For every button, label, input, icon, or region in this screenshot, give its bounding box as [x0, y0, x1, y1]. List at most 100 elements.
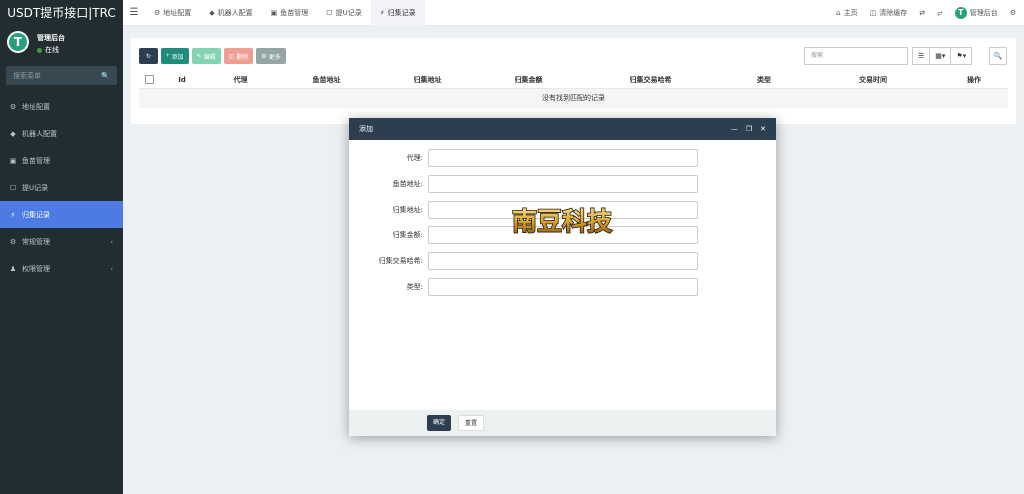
tab-withdraw-records[interactable]: ☐ 提U记录: [317, 0, 370, 26]
online-dot-icon: [37, 47, 42, 53]
chevron-left-icon: ‹: [110, 264, 113, 273]
sidebar-item-robot-config[interactable]: ◆ 机器人配置: [0, 120, 123, 147]
lock-icon: ▣: [270, 8, 278, 17]
add-button[interactable]: + 添加: [161, 48, 189, 64]
bookmark-icon: ☐: [9, 183, 17, 192]
search-button[interactable]: 🔍: [989, 47, 1007, 65]
sidebar-item-label: 机器人配置: [22, 129, 57, 138]
trash-icon: ◫: [869, 9, 877, 17]
column-header[interactable]: Id: [159, 76, 205, 84]
diamond-icon: ◆: [10, 129, 16, 138]
users-icon: ♟: [9, 264, 17, 273]
sidebar-item-withdraw-records[interactable]: ☐ 提U记录: [0, 174, 123, 201]
select-all-checkbox[interactable]: [144, 74, 154, 84]
table-search-placeholder: 搜索: [811, 52, 824, 59]
more-label: 更多: [268, 54, 281, 61]
tab-label: 提U记录: [335, 8, 362, 17]
close-icon[interactable]: ✕: [760, 125, 766, 133]
list-icon: ☰: [918, 52, 925, 60]
delete-button[interactable]: ◫ 删除: [223, 48, 254, 64]
column-header[interactable]: 归集金额: [478, 75, 579, 85]
sidebar-item-address-config[interactable]: ⚙ 地址配置: [0, 93, 123, 120]
agent-input[interactable]: [428, 149, 698, 167]
tab-address-config[interactable]: ⚙ 地址配置: [145, 0, 200, 26]
sidebar-item-label: 权限管理: [22, 264, 50, 273]
fullscreen-button[interactable]: ⥂: [937, 9, 943, 18]
admin-menu[interactable]: T 管理后台: [954, 7, 998, 19]
column-header[interactable]: 类型: [722, 75, 806, 85]
field-label: 归集地址:: [392, 206, 423, 214]
sidebar-item-collection-records[interactable]: ⚡ 归集记录: [0, 201, 123, 228]
minimize-icon[interactable]: —: [731, 125, 738, 133]
sidebar-item-permission-management[interactable]: ♟ 权限管理 ‹: [0, 255, 123, 282]
menu-toggle-icon[interactable]: ☰: [123, 7, 145, 18]
tether-logo-icon: T: [9, 33, 27, 51]
tx-hash-input[interactable]: [428, 252, 698, 270]
export-button[interactable]: ⚑▾: [950, 47, 973, 65]
user-status-label: 在线: [45, 46, 59, 54]
edit-button[interactable]: ✎ 编辑: [191, 48, 221, 64]
field-label: 类型:: [406, 283, 423, 291]
refresh-button[interactable]: ↻: [139, 48, 158, 64]
table-search-input[interactable]: 搜索: [804, 47, 908, 65]
sidebar-item-label: 地址配置: [22, 102, 50, 111]
sidebar-item-label: 归集记录: [22, 210, 50, 219]
sidebar: USDT提币接口|TRC T 管理后台 在线 搜索菜单 🔍 ⚙ 地址配置 ◆ 机器人…: [0, 0, 123, 494]
form-row-fry-address: 鱼苗地址:: [349, 175, 776, 193]
delete-label: 删除: [236, 54, 249, 61]
clear-cache-label: 清除缓存: [879, 9, 908, 17]
bolt-icon: ⚡: [379, 8, 385, 17]
field-label: 代理:: [406, 154, 423, 162]
user-name: 管理后台: [37, 34, 65, 42]
lock-icon: ▣: [9, 156, 17, 165]
bookmark-icon: ☐: [326, 8, 333, 17]
topbar-actions: ⌂ 主页 ◫ 清除缓存 ⇄ ⥂ T 管理后台 ⚙: [836, 0, 1016, 26]
maximize-icon[interactable]: ❐: [746, 125, 752, 133]
diamond-icon: ◆: [209, 8, 215, 17]
tab-fry-management[interactable]: ▣ 鱼苗管理: [262, 0, 318, 26]
toggle-view-button[interactable]: ☰: [912, 47, 931, 65]
tab-collection-records[interactable]: ⚡ 归集记录: [370, 0, 425, 26]
fullscreen-icon: ⥂: [937, 8, 943, 17]
home-label: 主页: [843, 9, 858, 17]
app-title[interactable]: USDT提币接口|TRC: [0, 0, 123, 26]
column-header[interactable]: 交易时间: [806, 75, 940, 85]
settings-button[interactable]: ⚙: [1010, 9, 1016, 17]
tab-robot-config[interactable]: ◆ 机器人配置: [200, 0, 261, 26]
column-header[interactable]: 代理: [205, 75, 276, 85]
tab-label: 地址配置: [163, 8, 192, 17]
dialog-title: 添加: [359, 125, 373, 133]
sidebar-item-fry-management[interactable]: ▣ 鱼苗管理: [0, 147, 123, 174]
dialog-footer: 确定 重置: [349, 410, 776, 436]
home-link[interactable]: ⌂ 主页: [836, 8, 857, 18]
user-panel: T 管理后台 在线: [0, 26, 123, 62]
tether-logo-icon: T: [954, 7, 967, 19]
reset-button[interactable]: 重置: [458, 415, 485, 431]
pencil-icon: ✎: [196, 53, 202, 60]
home-icon: ⌂: [836, 9, 841, 17]
dialog-header: 添加 — ❐ ✕: [349, 118, 776, 140]
column-header[interactable]: 归集交易哈希: [579, 75, 722, 85]
chevron-left-icon: ‹: [110, 237, 113, 246]
column-header[interactable]: 鱼苗地址: [276, 75, 377, 85]
column-header[interactable]: 归集地址: [377, 75, 478, 85]
sidebar-item-general-management[interactable]: ⚙ 常规管理 ‹: [0, 228, 123, 255]
type-input[interactable]: [428, 278, 698, 296]
columns-button[interactable]: ▦▾: [929, 47, 952, 65]
more-button[interactable]: ⚙ 更多: [256, 48, 286, 64]
select-all-cell: [139, 74, 159, 86]
clear-cache-button[interactable]: ◫ 清除缓存: [870, 8, 908, 18]
cogs-icon: ⚙: [9, 237, 17, 246]
confirm-button[interactable]: 确定: [427, 415, 452, 431]
gear-icon: ⚙: [154, 8, 161, 17]
fry-address-input[interactable]: [428, 175, 698, 193]
trash-icon: ◫: [228, 53, 235, 60]
sidebar-search-placeholder: 搜索菜单: [13, 71, 41, 80]
empty-message: 没有找到匹配的记录: [139, 89, 1008, 108]
data-table: Id 代理 鱼苗地址 归集地址 归集金额 归集交易哈希 类型 交易时间 操作 没…: [139, 72, 1008, 108]
language-button[interactable]: ⇄: [919, 9, 925, 17]
tab-label: 鱼苗管理: [280, 8, 309, 17]
user-status: 在线: [37, 45, 59, 55]
watermark-text: 南豆科技: [512, 207, 612, 236]
sidebar-search-input[interactable]: 搜索菜单 🔍: [6, 66, 117, 85]
